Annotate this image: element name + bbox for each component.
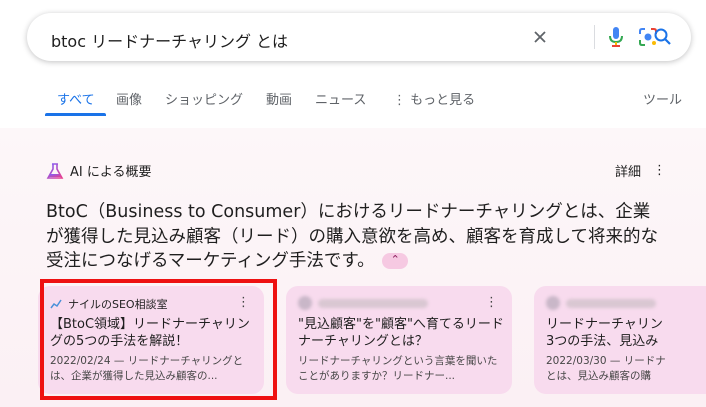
- search-input[interactable]: btoc リードナーチャリング とは: [51, 28, 288, 52]
- tab-videos[interactable]: 動画: [266, 89, 292, 108]
- search-tabs: すべて 画像 ショッピング 動画 ニュース ⋮ もっと見る ツール: [0, 84, 706, 118]
- tools-button[interactable]: ツール: [643, 89, 682, 108]
- tab-images[interactable]: 画像: [116, 89, 142, 108]
- blurred-source-name: [566, 298, 656, 308]
- tab-all[interactable]: すべて: [57, 89, 95, 108]
- more-vert-icon: ⋮: [393, 93, 406, 108]
- search-icon[interactable]: [651, 25, 675, 49]
- ai-overview-header: AI による概要: [46, 161, 151, 180]
- tab-more-label: もっと見る: [410, 93, 476, 108]
- ai-overview-body: BtoC（Business to Consumer）におけるリードナーチャリング…: [46, 202, 658, 271]
- card-source-blurred: [546, 296, 656, 310]
- card-menu-icon[interactable]: ⋮: [485, 295, 498, 310]
- card-source-blurred: [298, 296, 428, 310]
- active-tab-indicator: [45, 113, 106, 116]
- tab-more[interactable]: ⋮ もっと見る: [393, 89, 475, 108]
- source-card[interactable]: ⋮ "見込顧客"を"顧客"へ育てるリードナーチャリングとは？ リードナーチャリン…: [286, 286, 512, 394]
- ai-overview-text: BtoC（Business to Consumer）におけるリードナーチャリング…: [46, 200, 666, 274]
- microphone-icon[interactable]: [604, 25, 628, 49]
- card-title[interactable]: リードナーチャリン 3つの手法、見込み: [546, 316, 666, 350]
- clear-icon[interactable]: [528, 25, 552, 49]
- search-divider: [594, 25, 595, 49]
- flask-icon: [46, 162, 64, 179]
- highlight-box: [40, 279, 277, 400]
- search-bar[interactable]: btoc リードナーチャリング とは: [27, 13, 691, 61]
- blurred-source-name: [318, 298, 428, 308]
- chevron-up-icon[interactable]: ⌃: [382, 253, 409, 269]
- tab-news[interactable]: ニュース: [315, 89, 366, 108]
- detail-button[interactable]: 詳細 ⋮: [615, 161, 666, 180]
- source-card[interactable]: リードナーチャリン 3つの手法、見込み 2022/03/30 — リードナ とは…: [534, 286, 706, 394]
- site-favicon-icon: [298, 296, 312, 310]
- more-vert-icon[interactable]: ⋮: [653, 163, 666, 178]
- card-snippet: 2022/03/30 — リードナ とは、見込み顧客の購: [546, 355, 666, 382]
- tab-shopping[interactable]: ショッピング: [165, 89, 243, 108]
- site-favicon-icon: [546, 296, 560, 310]
- ai-overview-title: AI による概要: [70, 165, 152, 180]
- card-snippet: リードナーチャリングという言葉を聞いたことがありますか？リードナー...: [298, 355, 498, 382]
- detail-label: 詳細: [614, 165, 641, 180]
- card-title[interactable]: "見込顧客"を"顧客"へ育てるリードナーチャリングとは？: [298, 316, 504, 350]
